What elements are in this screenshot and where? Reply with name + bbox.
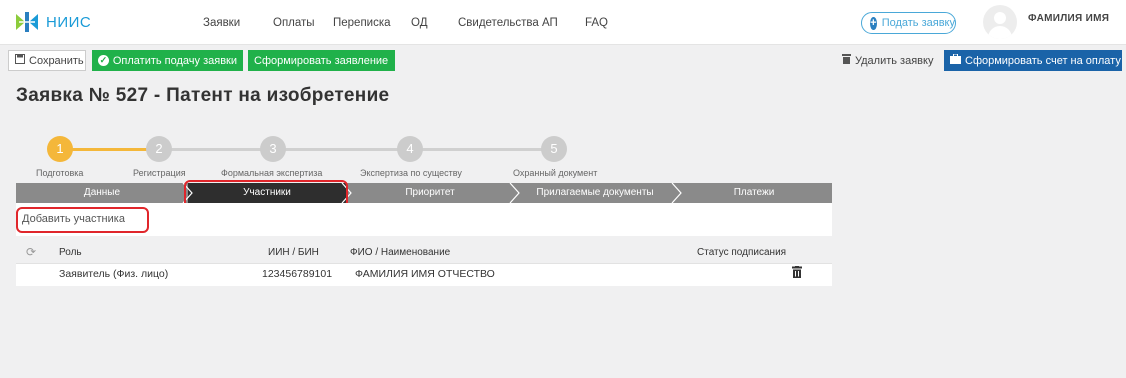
save-label: Сохранить	[29, 54, 84, 67]
row-role: Заявитель (Физ. лицо)	[59, 268, 169, 280]
tab-priority[interactable]: Приоритет	[346, 183, 514, 203]
nav-link-applications[interactable]: Заявки	[203, 17, 240, 29]
top-navbar: НИИС Заявки Оплаты Переписка ОД Свидетел…	[0, 0, 1126, 45]
tab-payments[interactable]: Платежи	[676, 183, 832, 203]
nav-link-correspondence[interactable]: Переписка	[333, 17, 391, 29]
brand-logo[interactable]: НИИС	[14, 10, 91, 34]
nav-link-od[interactable]: ОД	[411, 17, 427, 29]
step-circle-2[interactable]: 2	[146, 136, 172, 162]
plus-icon: +	[870, 16, 877, 30]
section-tabs: Данные Участники Приоритет Прилагаемые д…	[16, 183, 832, 203]
save-button[interactable]: Сохранить	[8, 50, 86, 71]
refresh-icon[interactable]: ⟳	[26, 245, 36, 259]
tab-separator-chevron-icon	[182, 183, 193, 203]
user-name[interactable]: ФАМИЛИЯ ИМЯ	[1028, 13, 1109, 24]
tab-data[interactable]: Данные	[16, 183, 188, 203]
column-header-role[interactable]: Роль	[59, 247, 82, 258]
step-label-1: Подготовка	[36, 168, 84, 178]
nav-link-faq[interactable]: FAQ	[585, 17, 608, 29]
nav-link-certificates[interactable]: Свидетельства АП	[458, 17, 558, 29]
column-header-signing-status[interactable]: Статус подписания	[697, 247, 786, 258]
pay-submission-button[interactable]: ✓ Оплатить подачу заявки	[92, 50, 243, 71]
delete-application-label: Удалить заявку	[855, 54, 934, 67]
step-connector	[60, 148, 155, 151]
submit-application-label: Подать заявку	[881, 17, 955, 29]
row-name: ФАМИЛИЯ ИМЯ ОТЧЕСТВО	[355, 268, 495, 280]
delete-row-icon[interactable]	[792, 266, 802, 278]
tab-separator-chevron-icon	[341, 183, 352, 203]
step-label-5: Охранный документ	[513, 168, 598, 178]
trash-icon	[842, 54, 851, 67]
step-label-4: Экспертиза по существу	[360, 168, 462, 178]
tab-participants[interactable]: Участники	[188, 183, 346, 203]
column-header-name[interactable]: ФИО / Наименование	[350, 247, 450, 258]
tab-separator-chevron-icon	[509, 183, 520, 203]
step-circle-4[interactable]: 4	[397, 136, 423, 162]
row-iin: 123456789101	[262, 268, 333, 280]
submit-application-button[interactable]: + Подать заявку	[861, 12, 956, 34]
tab-separator-chevron-icon	[671, 183, 682, 203]
brand-name: НИИС	[46, 13, 92, 31]
add-participant-button[interactable]: Добавить участника	[22, 213, 125, 225]
column-header-iin[interactable]: ИИН / БИН	[268, 247, 319, 258]
pay-submission-label: Оплатить подачу заявки	[112, 54, 237, 67]
step-circle-3[interactable]: 3	[260, 136, 286, 162]
avatar[interactable]	[983, 5, 1017, 39]
step-circle-5[interactable]: 5	[541, 136, 567, 162]
tab-attached-documents[interactable]: Прилагаемые документы	[514, 183, 676, 203]
page-title: Заявка № 527 - Патент на изобретение	[16, 85, 390, 106]
form-statement-label: Сформировать заявление	[254, 54, 389, 67]
check-circle-icon: ✓	[98, 55, 109, 66]
form-statement-button[interactable]: Сформировать заявление	[248, 50, 395, 71]
save-icon	[15, 54, 25, 67]
avatar-head-shape	[994, 12, 1006, 24]
generate-invoice-button[interactable]: Сформировать счет на оплату	[944, 50, 1122, 71]
avatar-body-shape	[988, 26, 1012, 39]
participants-toolbar-panel	[16, 203, 832, 236]
logo-icon	[16, 12, 38, 32]
briefcase-icon	[950, 53, 961, 67]
nav-link-payments[interactable]: Оплаты	[273, 17, 315, 29]
step-label-3: Формальная экспертиза	[221, 168, 323, 178]
step-circle-1[interactable]: 1	[47, 136, 73, 162]
generate-invoice-label: Сформировать счет на оплату	[965, 54, 1121, 67]
delete-application-button[interactable]: Удалить заявку	[836, 50, 940, 71]
step-label-2: Регистрация	[133, 168, 186, 178]
step-connector	[155, 148, 555, 151]
